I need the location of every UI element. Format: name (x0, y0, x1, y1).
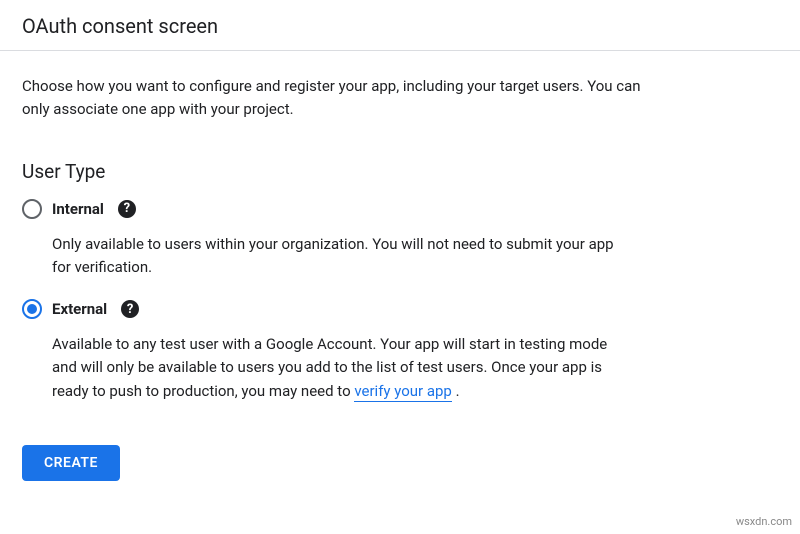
create-button[interactable]: CREATE (22, 445, 120, 481)
section-title-user-type: User Type (22, 160, 778, 183)
radio-row-external[interactable]: External ? (22, 299, 778, 319)
radio-option-internal: Internal ? Only available to users withi… (22, 199, 778, 280)
radio-label-internal: Internal (52, 200, 104, 218)
description-external: Available to any test user with a Google… (52, 333, 632, 403)
intro-text: Choose how you want to configure and reg… (22, 75, 642, 122)
description-internal: Only available to users within your orga… (52, 233, 632, 280)
radio-label-external: External (52, 300, 107, 318)
radio-internal[interactable] (22, 199, 42, 219)
main-content: Choose how you want to configure and reg… (0, 51, 800, 505)
description-external-post: . (452, 382, 460, 400)
page-header: OAuth consent screen (0, 0, 800, 51)
help-icon[interactable]: ? (118, 200, 136, 218)
page-title: OAuth consent screen (22, 14, 778, 38)
verify-your-app-link[interactable]: verify your app (354, 382, 452, 402)
watermark: wsxdn.com (736, 515, 792, 528)
radio-row-internal[interactable]: Internal ? (22, 199, 778, 219)
help-icon[interactable]: ? (121, 300, 139, 318)
radio-external[interactable] (22, 299, 42, 319)
user-type-radio-group: Internal ? Only available to users withi… (22, 199, 778, 403)
description-external-pre: Available to any test user with a Google… (52, 335, 607, 400)
radio-option-external: External ? Available to any test user wi… (22, 299, 778, 403)
